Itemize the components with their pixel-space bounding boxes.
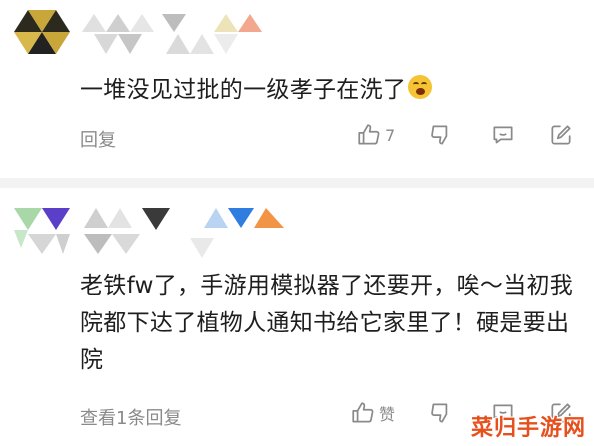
like-button[interactable]: 赞 [350, 400, 395, 426]
comment-text: 老铁fw了，手游用模拟器了还要开，唉～当初我院都下达了植物人通知书给它家里了！硬… [80, 273, 574, 373]
view-replies-button[interactable]: 查看1条回复 [80, 404, 181, 430]
dislike-button[interactable] [428, 400, 454, 426]
chat-bubble-icon [493, 126, 513, 144]
comment-button[interactable] [490, 122, 516, 148]
like-count: 7 [385, 125, 396, 145]
site-watermark: 菜归手游网 [470, 416, 586, 441]
like-label: 赞 [379, 405, 396, 424]
section-divider [0, 178, 594, 188]
share-button[interactable] [548, 122, 574, 148]
comment-item: 老铁fw了，手游用模拟器了还要开，唉～当初我院都下达了植物人通知书给它家里了！硬… [0, 188, 594, 446]
thumbs-down-icon [431, 403, 448, 423]
comment-actions: 回复 7 [80, 122, 574, 152]
laughing-emoji-icon [408, 75, 433, 99]
like-button[interactable]: 7 [356, 122, 395, 148]
comment-item: 一堆没见过批的一级孝子在洗了 回复 7 [0, 0, 594, 170]
avatar-mosaic [14, 10, 262, 54]
thumbs-up-icon [358, 124, 380, 145]
comment-text: 一堆没见过批的一级孝子在洗了 [80, 72, 433, 109]
thumbs-down-icon [431, 125, 448, 145]
share-icon [551, 125, 571, 145]
avatar-mosaic [14, 208, 284, 258]
dislike-button[interactable] [428, 122, 454, 148]
reply-button[interactable]: 回复 [80, 126, 116, 152]
thumbs-up-icon [352, 402, 374, 423]
